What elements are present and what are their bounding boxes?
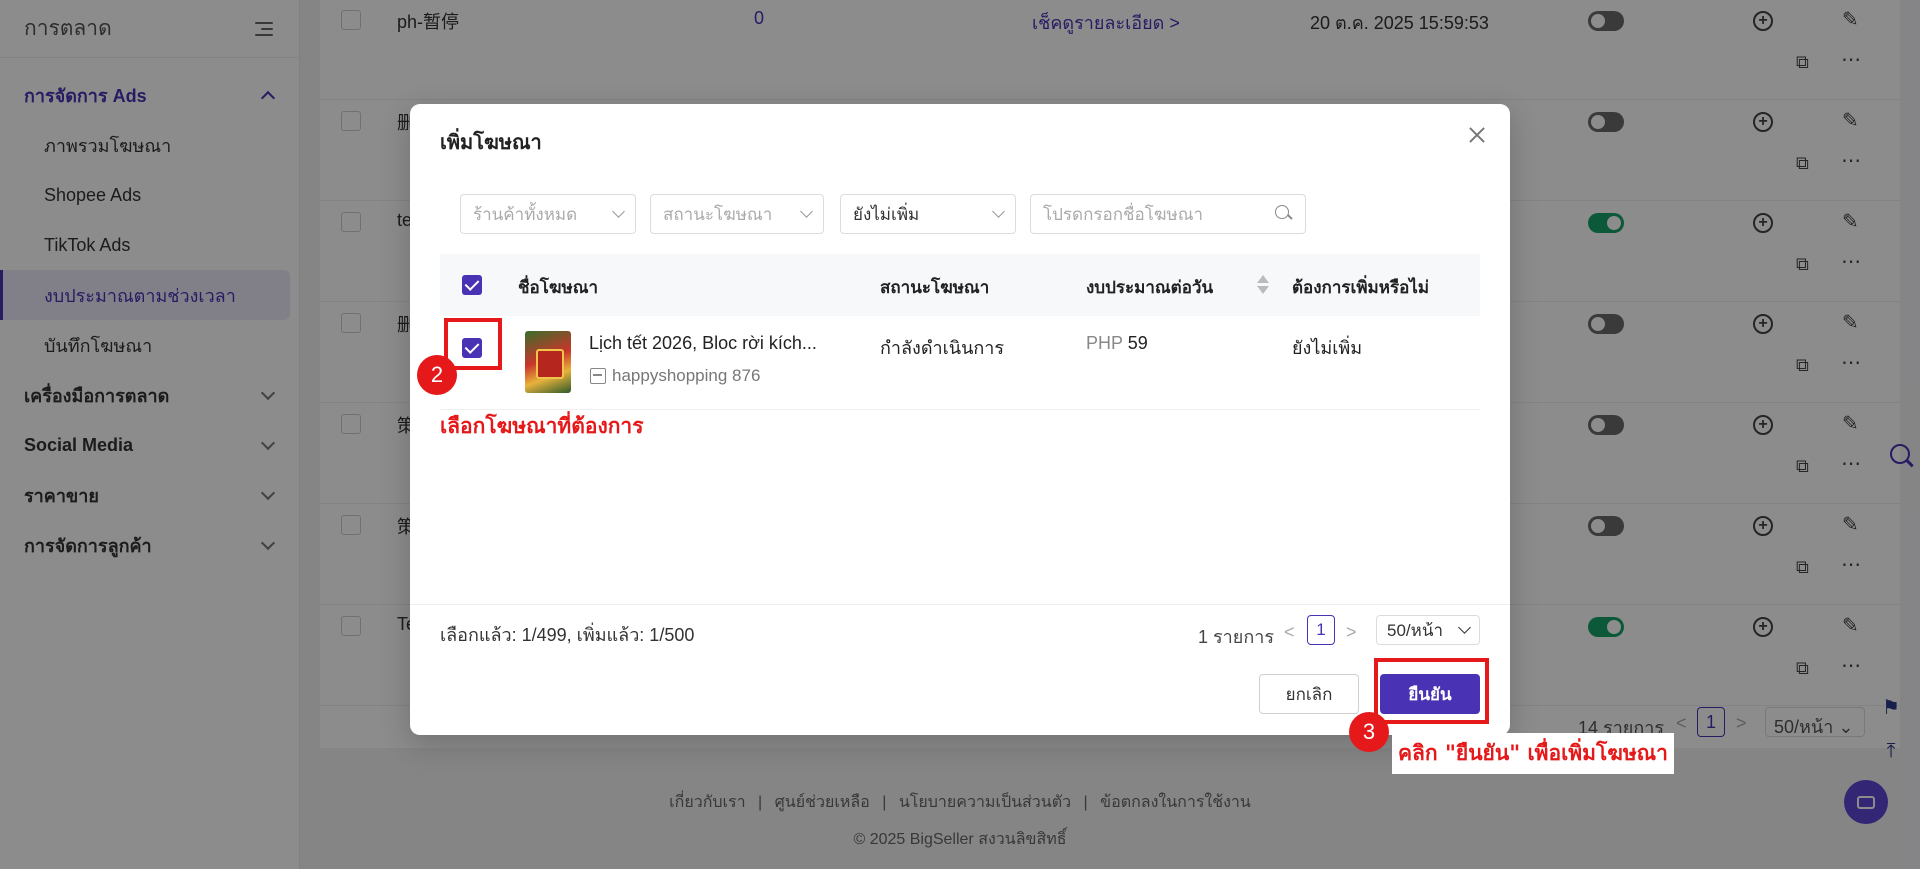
store-filter-select[interactable]: ร้านค้าทั้งหมด (460, 194, 636, 234)
budget-value: 59 (1127, 333, 1148, 353)
prev-page-icon[interactable]: < (1284, 622, 1295, 643)
search-icon[interactable] (1275, 205, 1293, 223)
modal-title: เพิ่มโฆษณา (440, 132, 542, 154)
store-icon (590, 368, 606, 384)
step3-badge: 3 (1349, 712, 1389, 752)
step2-instruction: เลือกโฆษณาที่ต้องการ (440, 413, 644, 438)
select-all-checkbox[interactable] (462, 275, 482, 295)
ads-table-header: ชื่อโฆษณา สถานะโฆษณา งบประมาณต่อวัน ต้อง… (440, 254, 1480, 316)
per-page-label: 50/หน้า (1387, 620, 1444, 640)
chevron-down-icon (1458, 621, 1471, 634)
per-page-select[interactable]: 50/หน้า (1376, 615, 1480, 645)
status-filter-placeholder: สถานะโฆษณา (663, 204, 773, 224)
ad-status: กำลังดำเนินการ (880, 338, 1005, 358)
product-thumbnail (525, 331, 571, 393)
step2-badge: 2 (417, 355, 457, 395)
shop-name: happyshopping 876 (612, 366, 761, 385)
added-filter-select[interactable]: ยังไม่เพิ่ม (840, 194, 1016, 234)
chevron-down-icon (612, 205, 625, 218)
divider (410, 604, 1510, 605)
added-filter-value: ยังไม่เพิ่ม (853, 204, 920, 224)
step3-highlight-box (1374, 658, 1489, 724)
ad-name-search-input[interactable]: โปรดกรอกชื่อโฆษณา (1030, 194, 1306, 234)
step3-label: คลิก "ยืนยัน" เพื่อเพิ่มโฆษณา (1392, 733, 1674, 774)
daily-budget: PHP 59 (1086, 333, 1148, 354)
page-number[interactable]: 1 (1307, 615, 1335, 645)
status-filter-select[interactable]: สถานะโฆษณา (650, 194, 824, 234)
chevron-down-icon (992, 205, 1005, 218)
step3-instruction: คลิก "ยืนยัน" เพื่อเพิ่มโฆษณา (1398, 740, 1668, 765)
close-icon[interactable] (1466, 124, 1488, 146)
table-row: Lịch tết 2026, Bloc rời kích... happysho… (440, 316, 1480, 410)
search-placeholder: โปรดกรอกชื่อโฆษณา (1043, 204, 1204, 224)
currency: PHP (1086, 333, 1123, 353)
next-page-icon[interactable]: > (1346, 622, 1357, 643)
column-header-add: ต้องการเพิ่มหรือไม่ (1292, 278, 1430, 297)
cancel-button[interactable]: ยกเลิก (1259, 674, 1359, 714)
selection-info: เลือกแล้ว: 1/499, เพิ่มแล้ว: 1/500 (440, 625, 695, 645)
sort-icon[interactable] (1256, 274, 1270, 296)
chevron-down-icon (800, 205, 813, 218)
store-filter-placeholder: ร้านค้าทั้งหมด (473, 204, 578, 224)
column-header-name: ชื่อโฆษณา (518, 278, 599, 297)
add-state: ยังไม่เพิ่ม (1292, 338, 1363, 358)
total-count: 1 รายการ (1198, 627, 1275, 647)
ad-name: Lịch tết 2026, Bloc rời kích... (589, 333, 817, 353)
column-header-status: สถานะโฆษณา (880, 278, 990, 297)
column-header-budget[interactable]: งบประมาณต่อวัน (1086, 274, 1213, 301)
